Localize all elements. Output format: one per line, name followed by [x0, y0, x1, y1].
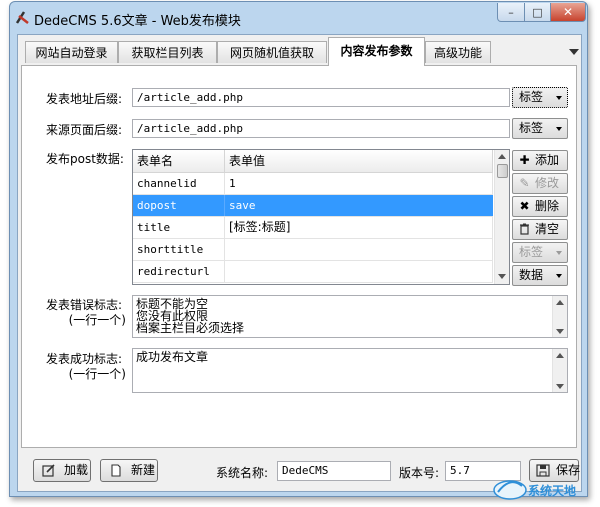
row-name-cell: channelid	[133, 173, 225, 194]
scroll-up-icon[interactable]	[556, 353, 564, 358]
referer-label: 来源页面后缀:	[46, 123, 123, 137]
publish-params-panel: 发表地址后缀: /article_add.php 标签 来源页面后缀: /art…	[21, 65, 577, 448]
grid-tag-label: 标签	[519, 245, 544, 259]
row-name-cell: shorttitle	[133, 239, 225, 260]
error-marks-textarea[interactable]: 标题不能为空 您没有此权限 档案主栏目必须选择	[132, 295, 568, 338]
row-name-cell: redirecturl	[133, 261, 225, 282]
chevron-down-icon	[556, 127, 562, 131]
watermark-text: 系统天地	[528, 484, 577, 498]
scroll-thumb[interactable]	[497, 164, 508, 178]
scroll-down-icon[interactable]	[498, 274, 506, 279]
row-value-cell: [标签:标题]	[225, 217, 493, 238]
data-dropdown[interactable]: 数据	[512, 265, 568, 286]
tab-random-value[interactable]: 网页随机值获取	[217, 41, 327, 63]
chevron-down-icon	[556, 274, 562, 278]
new-button-label: 新建	[131, 463, 156, 477]
error-marks-hint: (一行一个)	[68, 313, 126, 327]
plus-icon: ✚	[519, 153, 530, 167]
tab-category-list[interactable]: 获取栏目列表	[118, 41, 217, 63]
load-button[interactable]: 加载	[33, 459, 91, 482]
delete-button-label: 删除	[535, 199, 560, 213]
success-mark-line: 成功发布文章	[136, 350, 209, 364]
chevron-down-icon	[556, 251, 562, 255]
row-value-cell: 1	[225, 173, 493, 194]
minimize-button[interactable]: –	[497, 3, 525, 22]
client-area: 网站自动登录 获取栏目列表 网页随机值获取 内容发布参数 高级功能 发表地址后缀…	[17, 34, 582, 492]
post-data-label: 发布post数据:	[46, 152, 124, 166]
scroll-up-icon[interactable]	[498, 154, 506, 159]
success-marks-hint: (一行一个)	[68, 367, 126, 381]
delete-button[interactable]: ✖ 删除	[512, 196, 568, 217]
clear-button-label: 清空	[535, 222, 560, 236]
row-name-cell: title	[133, 217, 225, 238]
row-value-cell	[225, 239, 493, 260]
column-header-value[interactable]: 表单值	[225, 150, 493, 172]
post-data-grid[interactable]: 表单名 表单值 channelid 1 dopost save title [标…	[132, 149, 510, 285]
referer-input[interactable]: /article_add.php	[132, 119, 510, 138]
window-title: DedeCMS 5.6文章 - Web发布模块	[34, 14, 241, 29]
load-button-label: 加载	[64, 463, 89, 477]
tab-auto-login[interactable]: 网站自动登录	[25, 41, 118, 63]
scroll-down-icon[interactable]	[556, 329, 564, 334]
new-document-icon	[111, 464, 121, 477]
error-mark-line: 档案主栏目必须选择	[136, 321, 245, 335]
post-url-input[interactable]: /article_add.php	[132, 88, 510, 107]
tab-publish-params[interactable]: 内容发布参数	[328, 37, 425, 66]
new-button[interactable]: 新建	[100, 459, 158, 482]
scroll-down-icon[interactable]	[556, 384, 564, 389]
grid-header: 表单名 表单值	[133, 150, 493, 173]
post-url-tag-label: 标签	[519, 90, 544, 104]
referer-tag-label: 标签	[519, 121, 544, 135]
success-marks-textarea[interactable]: 成功发布文章	[132, 348, 568, 393]
add-button[interactable]: ✚ 添加	[512, 150, 568, 171]
grid-scrollbar[interactable]	[494, 150, 509, 284]
clear-button[interactable]: 清空	[512, 219, 568, 240]
grid-tag-dropdown[interactable]: 标签	[512, 242, 568, 263]
referer-tag-dropdown[interactable]: 标签	[512, 118, 568, 139]
system-name-input[interactable]: DedeCMS	[277, 461, 391, 481]
column-header-name[interactable]: 表单名	[133, 150, 225, 172]
edit-button[interactable]: ✎ 修改	[512, 173, 568, 194]
system-name-label: 系统名称:	[216, 466, 269, 480]
dedecms-logo-icon	[15, 11, 29, 24]
trash-icon	[518, 223, 531, 236]
table-row[interactable]: shorttitle	[133, 239, 493, 261]
edit-button-label: 修改	[535, 176, 560, 190]
delete-x-icon: ✖	[519, 199, 530, 213]
table-row-selected[interactable]: dopost save	[133, 195, 493, 217]
post-url-tag-dropdown[interactable]: 标签	[512, 87, 568, 108]
maximize-button[interactable]: □	[524, 3, 551, 22]
table-row[interactable]: redirecturl	[133, 261, 493, 283]
post-url-label: 发表地址后缀:	[46, 92, 123, 106]
tab-strip: 网站自动登录 获取栏目列表 网页随机值获取 内容发布参数 高级功能	[18, 35, 581, 66]
chevron-down-icon	[556, 96, 562, 100]
add-button-label: 添加	[535, 153, 560, 167]
table-row[interactable]: title [标签:标题]	[133, 217, 493, 239]
textarea-scrollbar[interactable]	[552, 296, 567, 337]
row-value-cell: save	[229, 199, 256, 212]
data-dropdown-label: 数据	[519, 268, 544, 282]
row-value-cell	[225, 261, 493, 282]
scroll-up-icon[interactable]	[556, 300, 564, 305]
close-button[interactable]: ✕	[550, 3, 586, 22]
version-label: 版本号:	[399, 466, 440, 480]
row-name-cell: dopost	[133, 195, 225, 216]
title-bar[interactable]: DedeCMS 5.6文章 - Web发布模块 – □ ✕	[10, 2, 587, 34]
tab-dropdown-arrow-icon[interactable]	[569, 49, 579, 55]
textarea-scrollbar[interactable]	[552, 349, 567, 392]
app-window: DedeCMS 5.6文章 - Web发布模块 – □ ✕ 网站自动登录 获取栏…	[9, 1, 588, 497]
tab-advanced[interactable]: 高级功能	[425, 41, 491, 63]
table-row[interactable]: channelid 1	[133, 173, 493, 195]
pencil-icon: ✎	[519, 176, 530, 190]
edit-box-icon	[42, 464, 55, 477]
